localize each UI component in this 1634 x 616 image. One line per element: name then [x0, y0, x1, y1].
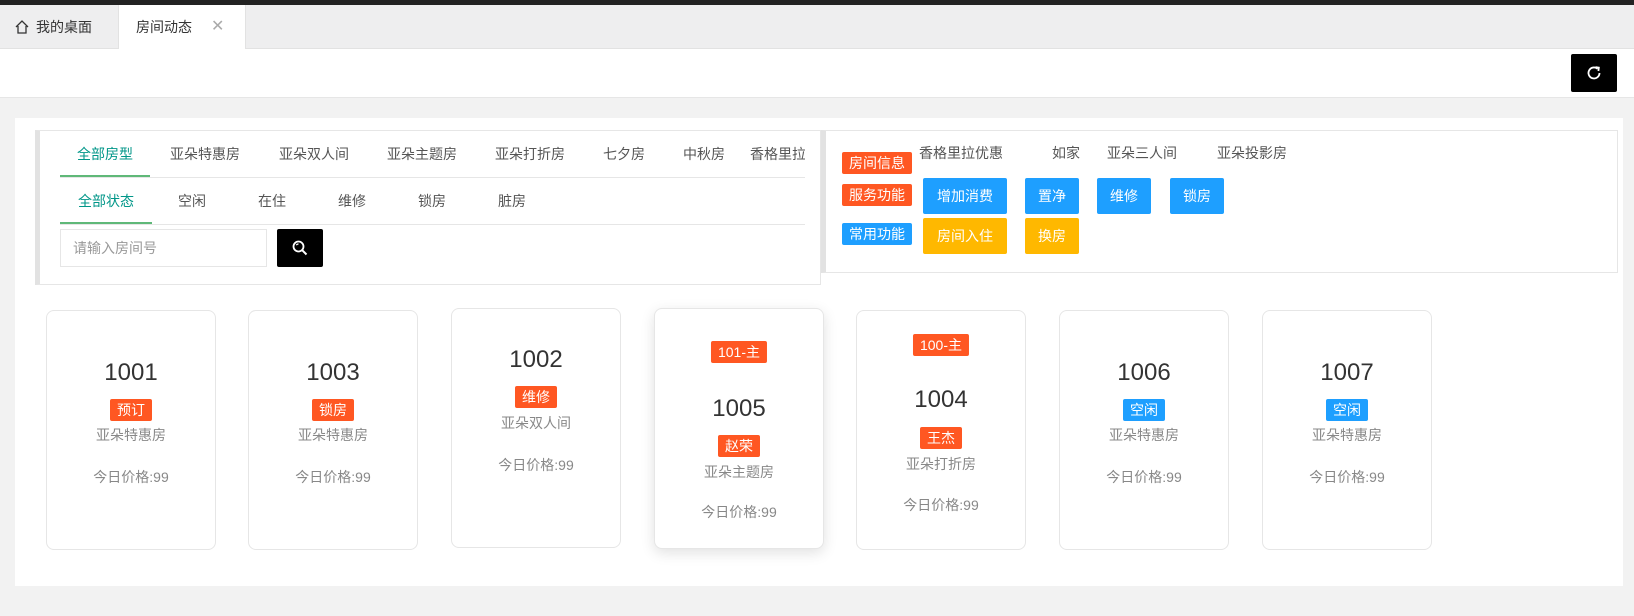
- room-status-badge: 预订: [110, 399, 152, 421]
- room-type-tab[interactable]: 香格里拉单人: [744, 131, 805, 177]
- main-panel: 全部房型 亚朵特惠房 亚朵双人间 亚朵主题房 亚朵打折房 七夕房 中秋房 香格里…: [15, 118, 1623, 586]
- room-info-label: 房间信息: [842, 152, 912, 174]
- room-type-tab[interactable]: 中秋房: [664, 131, 744, 177]
- room-number: 1005: [712, 395, 766, 422]
- room-card[interactable]: 100-主 1004 王杰 亚朵打折房 今日价格:99: [856, 310, 1026, 550]
- room-type-tab[interactable]: 亚朵主题房: [368, 131, 476, 177]
- room-status-badge: 锁房: [312, 399, 354, 421]
- room-type-tab[interactable]: 亚朵打折房: [476, 131, 584, 177]
- check-in-button[interactable]: 房间入住: [923, 218, 1007, 254]
- room-card[interactable]: 1003 锁房 亚朵特惠房 今日价格:99: [248, 310, 418, 550]
- room-type-tab[interactable]: 香格里拉优惠: [901, 130, 1021, 176]
- status-tab[interactable]: 锁房: [392, 178, 472, 224]
- room-price: 今日价格:99: [701, 504, 777, 520]
- room-number: 1004: [914, 386, 968, 413]
- room-guest-badge: 王杰: [920, 427, 962, 449]
- room-type-tab[interactable]: 亚朵投影房: [1197, 130, 1307, 176]
- tab-room-status[interactable]: 房间动态 ✕: [118, 5, 246, 50]
- room-card[interactable]: 101-主 1005 赵荣 亚朵主题房 今日价格:99: [654, 308, 824, 549]
- room-price: 今日价格:99: [93, 469, 169, 485]
- room-number: 1002: [509, 346, 563, 373]
- service-function-label: 服务功能: [842, 184, 912, 206]
- room-status-badge: 维修: [515, 386, 557, 408]
- room-price: 今日价格:99: [903, 497, 979, 513]
- home-icon: [15, 20, 29, 34]
- room-status-badge: 空闲: [1123, 399, 1165, 421]
- refresh-icon: [1587, 66, 1601, 80]
- room-number: 1007: [1320, 359, 1374, 386]
- room-type: 亚朵特惠房: [1109, 427, 1179, 443]
- room-type: 亚朵主题房: [704, 464, 774, 480]
- room-type-tab[interactable]: 全部房型: [60, 131, 150, 177]
- room-master-badge: 101-主: [710, 341, 768, 363]
- room-card[interactable]: 1007 空闲 亚朵特惠房 今日价格:99: [1262, 310, 1432, 550]
- status-tab[interactable]: 在住: [232, 178, 312, 224]
- status-tab[interactable]: 维修: [312, 178, 392, 224]
- room-type-tab[interactable]: 亚朵三人间: [1087, 130, 1197, 176]
- repair-button[interactable]: 维修: [1097, 178, 1151, 214]
- room-type: 亚朵特惠房: [96, 427, 166, 443]
- room-number: 1006: [1117, 359, 1171, 386]
- tab-bar: 我的桌面 房间动态 ✕: [0, 5, 1634, 50]
- set-clean-button[interactable]: 置净: [1025, 178, 1079, 214]
- tab-home-label: 我的桌面: [36, 19, 92, 35]
- room-number-input[interactable]: 请输入房间号: [60, 229, 267, 267]
- room-type: 亚朵打折房: [906, 456, 976, 472]
- room-type-tabs: 全部房型 亚朵特惠房 亚朵双人间 亚朵主题房 亚朵打折房 七夕房 中秋房 香格里…: [60, 131, 805, 178]
- change-room-button[interactable]: 换房: [1025, 218, 1079, 254]
- close-icon[interactable]: ✕: [211, 5, 224, 49]
- status-tab[interactable]: 脏房: [472, 178, 552, 224]
- room-card[interactable]: 1002 维修 亚朵双人间 今日价格:99: [451, 308, 621, 548]
- lock-room-button[interactable]: 锁房: [1170, 178, 1224, 214]
- search-button[interactable]: [277, 229, 323, 267]
- room-guest-badge: 赵荣: [718, 435, 760, 457]
- tab-room-status-label: 房间动态: [136, 19, 192, 35]
- status-tab[interactable]: 空闲: [152, 178, 232, 224]
- room-master-badge: 100-主: [912, 334, 970, 356]
- status-tabs: 全部状态 空闲 在住 维修 锁房 脏房: [60, 178, 805, 225]
- room-status-badge: 空闲: [1326, 399, 1368, 421]
- room-number: 1001: [104, 359, 158, 386]
- toolbar: [0, 49, 1634, 98]
- room-type-tabs-continued: 香格里拉优惠 如家 亚朵三人间 亚朵投影房: [821, 130, 1618, 177]
- search-icon: [292, 240, 308, 256]
- room-price: 今日价格:99: [295, 469, 371, 485]
- room-price: 今日价格:99: [1309, 469, 1385, 485]
- room-price: 今日价格:99: [498, 457, 574, 473]
- room-number: 1003: [306, 359, 360, 386]
- room-card[interactable]: 1001 预订 亚朵特惠房 今日价格:99: [46, 310, 216, 550]
- tab-home[interactable]: 我的桌面: [14, 5, 92, 49]
- refresh-button[interactable]: [1571, 54, 1617, 92]
- room-type: 亚朵特惠房: [298, 427, 368, 443]
- common-function-label: 常用功能: [842, 223, 912, 245]
- status-tab[interactable]: 全部状态: [60, 178, 152, 224]
- room-price: 今日价格:99: [1106, 469, 1182, 485]
- add-consumption-button[interactable]: 增加消费: [923, 178, 1007, 214]
- room-type-tab[interactable]: 七夕房: [584, 131, 664, 177]
- filter-box: 全部房型 亚朵特惠房 亚朵双人间 亚朵主题房 亚朵打折房 七夕房 中秋房 香格里…: [35, 130, 821, 285]
- room-card[interactable]: 1006 空闲 亚朵特惠房 今日价格:99: [1059, 310, 1229, 550]
- room-type: 亚朵特惠房: [1312, 427, 1382, 443]
- room-type-tab[interactable]: 亚朵双人间: [260, 131, 368, 177]
- room-type: 亚朵双人间: [501, 415, 571, 431]
- room-type-tab[interactable]: 亚朵特惠房: [150, 131, 260, 177]
